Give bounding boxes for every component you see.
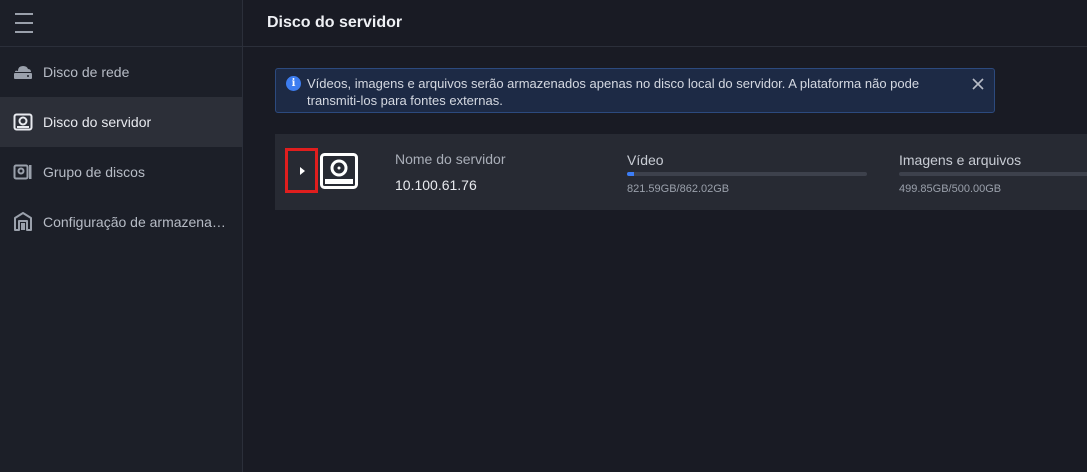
sidebar-item-label: Configuração de armazenam... xyxy=(43,214,233,230)
images-usage-label: Imagens e arquivos xyxy=(899,152,1022,168)
images-usage: Imagens e arquivos 499.85GB/500.00GB xyxy=(899,152,1087,195)
network-disk-icon xyxy=(12,62,34,82)
video-usage-values: 821.59GB/862.02GB xyxy=(627,183,730,195)
main-content: Disco do servidor i Vídeos, imagens e ar… xyxy=(243,0,1087,472)
info-icon: i xyxy=(286,76,301,91)
sidebar-item-label: Disco do servidor xyxy=(43,114,152,130)
expand-button[interactable] xyxy=(285,148,318,193)
sidebar-header xyxy=(0,0,242,47)
close-icon[interactable] xyxy=(970,76,986,92)
page-header: Disco do servidor xyxy=(243,0,1087,47)
sidebar-item-label: Disco de rede xyxy=(43,64,130,80)
storage-config-icon xyxy=(12,212,34,232)
video-usage: Vídeo 821.59GB/862.02GB xyxy=(627,152,867,195)
sidebar-item-storage-config[interactable]: Configuração de armazenam... xyxy=(0,197,242,247)
sidebar-item-network-disk[interactable]: Disco de rede xyxy=(0,47,242,97)
sidebar-item-disk-group[interactable]: Grupo de discos xyxy=(0,147,242,197)
menu-icon[interactable] xyxy=(15,12,33,34)
sidebar: Disco de rede Disco do servidor Grupo de… xyxy=(0,0,243,472)
sidebar-item-server-disk[interactable]: Disco do servidor xyxy=(0,97,242,147)
images-usage-bar xyxy=(899,172,1087,176)
images-usage-values: 499.85GB/500.00GB xyxy=(899,183,1002,195)
video-usage-fill xyxy=(627,172,635,176)
page-title: Disco do servidor xyxy=(267,14,403,31)
server-row[interactable]: Nome do servidor 10.100.61.76 Vídeo 821.… xyxy=(275,134,1087,210)
sidebar-item-label: Grupo de discos xyxy=(43,164,145,180)
server-name-label: Nome do servidor xyxy=(395,151,506,167)
video-usage-bar xyxy=(627,172,867,176)
caret-right-icon xyxy=(300,166,305,175)
info-banner-text: Vídeos, imagens e arquivos serão armazen… xyxy=(307,76,920,108)
video-usage-label: Vídeo xyxy=(627,152,664,168)
server-ip: 10.100.61.76 xyxy=(395,177,477,193)
server-disk-icon xyxy=(12,112,34,132)
disk-group-icon xyxy=(12,162,34,182)
app-window: Disco de rede Disco do servidor Grupo de… xyxy=(0,0,1087,472)
server-disk-icon xyxy=(320,153,358,189)
info-banner: i Vídeos, imagens e arquivos serão armaz… xyxy=(275,68,995,113)
